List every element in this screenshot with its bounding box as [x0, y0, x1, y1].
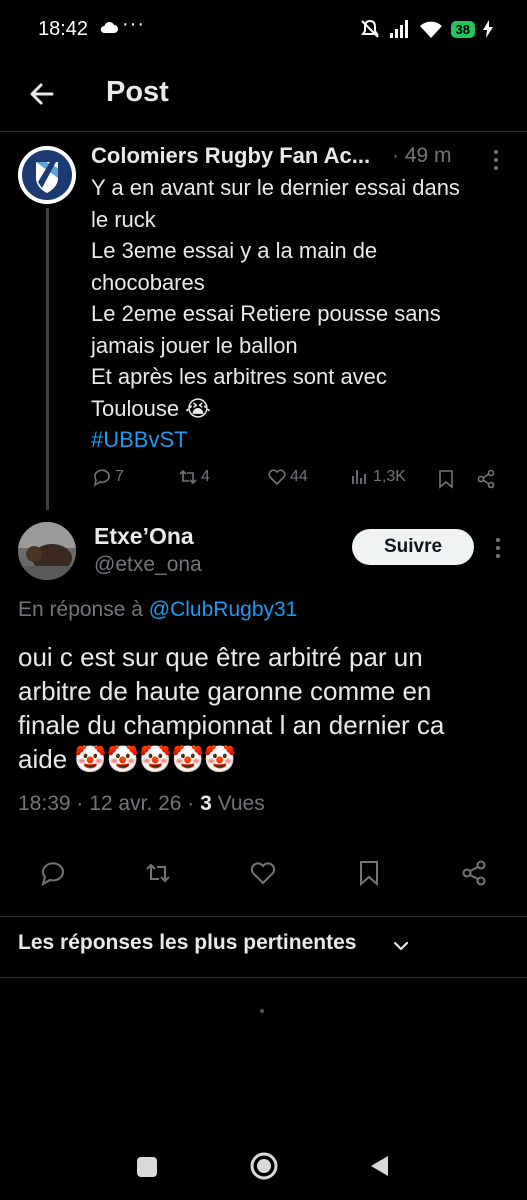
tweet-text-line: Y a en avant sur le dernier essai dans — [91, 175, 460, 200]
tweet-text-line: Le 2eme essai Retiere pousse sans — [91, 301, 441, 326]
tweet-text-line: jamais jouer le ballon — [91, 332, 298, 358]
tweet-text-line: oui c est sur que être arbitré par un — [18, 642, 423, 672]
tweet-text-line: aide 🤡🤡🤡🤡🤡 — [18, 744, 237, 774]
back-triangle-icon[interactable] — [368, 1154, 390, 1178]
tweet-actions: 7 4 44 1,3K — [91, 466, 511, 496]
top-app-bar: Post — [0, 60, 527, 132]
views-count: 3 — [200, 792, 212, 815]
bookmark-icon[interactable] — [354, 858, 384, 888]
tweet-text-line: Et après les arbitres sont avec — [91, 364, 387, 389]
back-arrow-icon[interactable] — [26, 78, 58, 110]
chevron-down-icon — [393, 941, 409, 951]
tweet-text-line: Le 3eme essai y a la main de — [91, 238, 378, 263]
sort-label: Les réponses les plus pertinentes — [18, 931, 357, 954]
heart-icon[interactable] — [248, 858, 278, 888]
home-button-icon[interactable] — [248, 1150, 280, 1182]
battery-level: 38 — [450, 20, 475, 38]
mention-link[interactable]: @ClubRugby31 — [149, 598, 298, 621]
bookmark-icon[interactable] — [435, 468, 457, 490]
tweet-text-line: finale du championnat l an dernier ca — [18, 710, 445, 740]
status-more-dots: ··· — [122, 13, 145, 35]
tweet-text-line: le ruck — [91, 206, 156, 232]
reply-button[interactable]: 7 — [91, 466, 124, 488]
follow-button[interactable]: Suivre — [352, 529, 474, 565]
wifi-icon — [419, 21, 442, 38]
tweet-timestamp: 18:39 · 12 avr. 26 · — [18, 792, 201, 815]
charging-icon — [483, 20, 493, 38]
author-name[interactable]: Etxe’Ona — [94, 523, 194, 550]
views-label: Vues — [211, 792, 265, 815]
status-bar: 18:42 ··· 38 — [0, 0, 527, 60]
tweet-actions — [0, 858, 527, 892]
avatar-photo — [18, 522, 76, 580]
tweet-text: Y a en avant sur le dernier essai dans l… — [91, 172, 511, 456]
repost-icon[interactable] — [143, 858, 173, 888]
repost-button[interactable]: 4 — [177, 466, 210, 488]
hashtag-link[interactable]: #UBBvST — [91, 424, 511, 456]
status-time: 18:42 — [38, 18, 89, 40]
share-icon[interactable] — [475, 468, 497, 490]
tweet-text: oui c est sur que être arbitré par un ar… — [18, 640, 513, 776]
views-button[interactable]: 1,3K — [349, 466, 406, 488]
reply-prefix: En réponse à — [18, 598, 143, 621]
reply-context: En réponse à @ClubRugby31 — [18, 598, 297, 622]
loading-indicator — [260, 1009, 264, 1013]
mute-bell-icon — [360, 19, 379, 38]
reply-count: 7 — [115, 468, 124, 485]
tweet-text-line: arbitre de haute garonne comme en — [18, 676, 432, 706]
reply-icon[interactable] — [38, 858, 68, 888]
avatar[interactable] — [18, 522, 76, 580]
more-options-icon[interactable] — [488, 536, 508, 560]
author-name[interactable]: Colomiers Rugby Fan Ac... — [91, 143, 370, 169]
views-chart-icon — [352, 470, 366, 484]
repost-icon — [179, 469, 197, 485]
tweet-time: · 49 m — [392, 144, 452, 167]
more-options-icon[interactable] — [486, 148, 506, 172]
avatar[interactable] — [18, 146, 76, 204]
system-navigation-bar — [0, 1140, 527, 1200]
signal-icon — [389, 20, 408, 38]
heart-icon — [268, 469, 286, 486]
replies-sort-selector[interactable]: Les réponses les plus pertinentes — [0, 916, 527, 978]
like-button[interactable]: 44 — [266, 466, 308, 488]
tweet-text-line: Toulouse 😭 — [91, 395, 211, 421]
author-handle[interactable]: @etxe_ona — [94, 553, 202, 577]
cloud-icon — [100, 21, 118, 33]
recent-apps-button[interactable] — [137, 1157, 157, 1177]
views-count: 1,3K — [373, 468, 406, 485]
reply-icon — [93, 469, 110, 487]
like-count: 44 — [290, 468, 308, 485]
repost-count: 4 — [201, 468, 210, 485]
tweet-meta: 18:39 · 12 avr. 26 · 3 Vues — [18, 792, 265, 816]
status-indicators: 38 — [359, 18, 493, 40]
page-title: Post — [106, 76, 169, 108]
thread-connector — [46, 208, 49, 510]
tweet-text-line: chocobares — [91, 269, 205, 295]
share-icon[interactable] — [459, 858, 489, 888]
club-logo-icon — [18, 146, 76, 204]
